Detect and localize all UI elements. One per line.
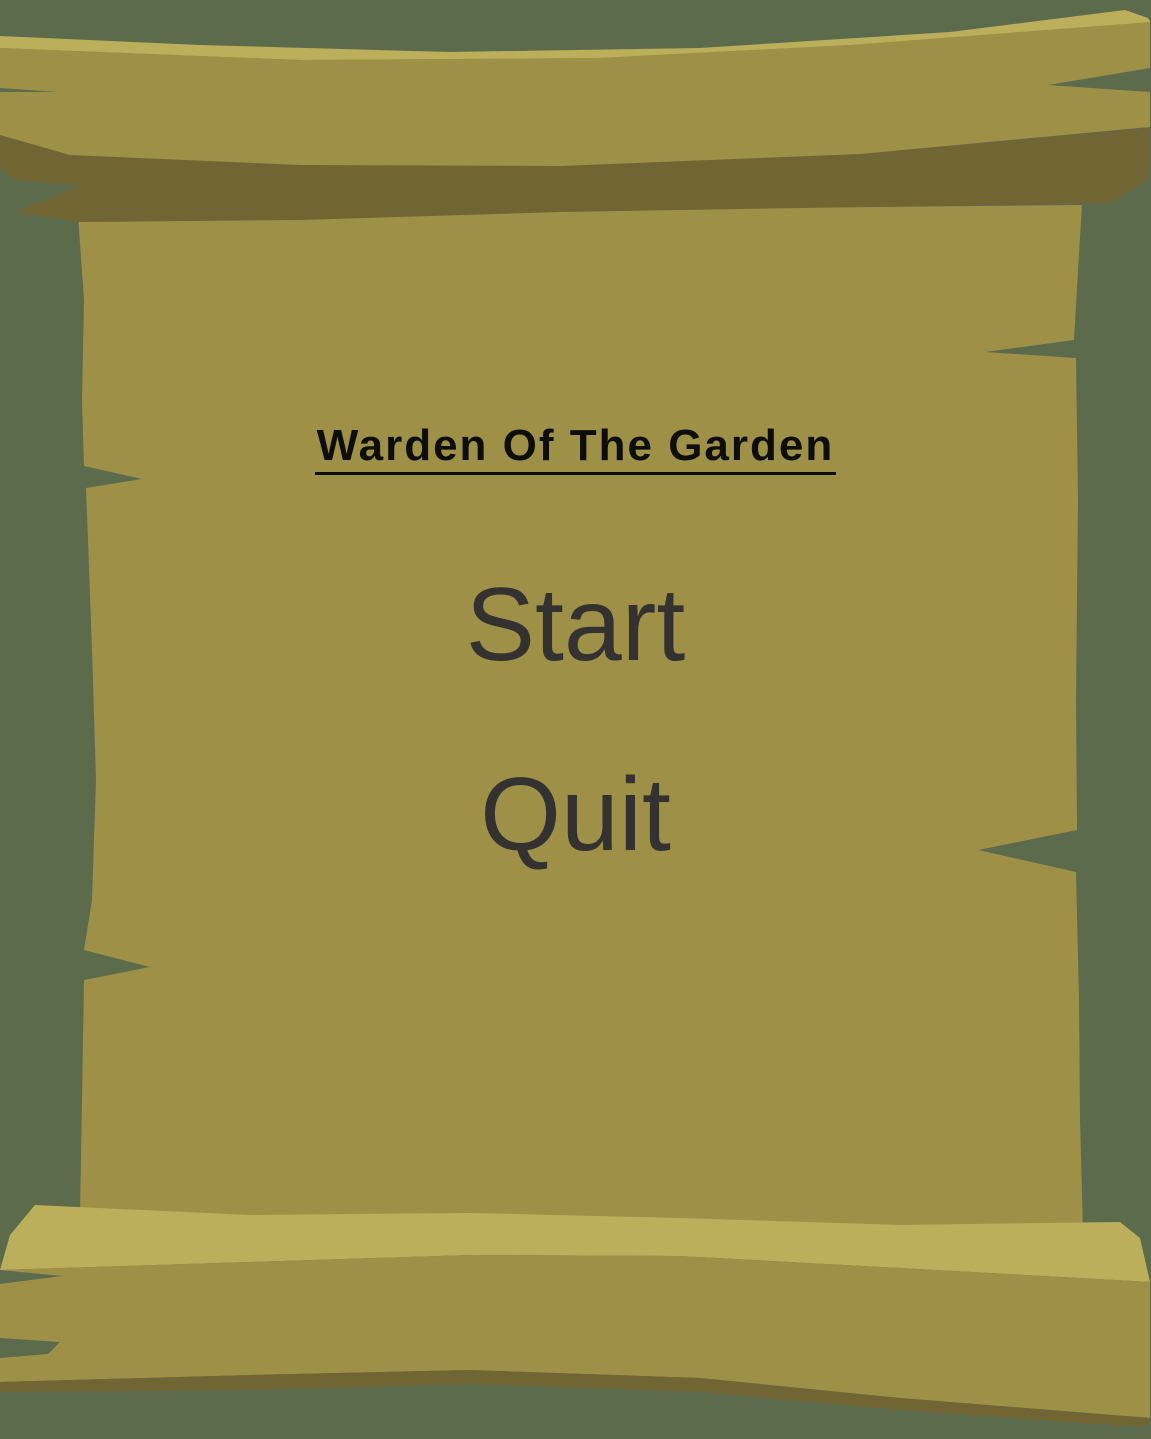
quit-button[interactable]: Quit [0, 755, 1151, 875]
start-button-label: Start [465, 567, 686, 683]
game-title: Warden Of The Garden [0, 418, 1151, 475]
quit-button-label: Quit [480, 757, 671, 873]
bottom-roll-body [0, 1255, 1150, 1418]
game-title-text: Warden Of The Garden [314, 420, 837, 475]
start-button[interactable]: Start [0, 565, 1151, 685]
parchment-sheet [78, 205, 1083, 1230]
main-menu-screen: Warden Of The Garden Start Quit [0, 0, 1151, 1439]
parchment-scroll-graphic [0, 10, 1150, 1426]
